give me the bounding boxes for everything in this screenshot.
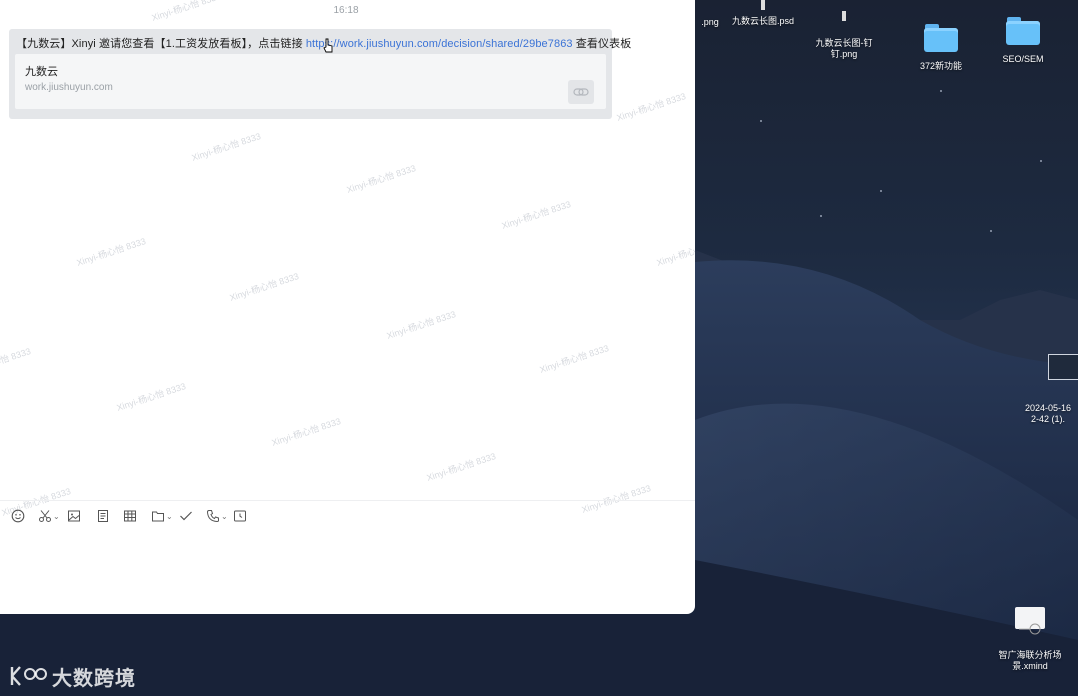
folder-button[interactable]: ⌄	[151, 508, 173, 524]
desktop-file-screenshot[interactable]: 2024-05-16 2-42 (1).	[1018, 343, 1078, 436]
message-link[interactable]: https://work.jiushuyun.com/decision/shar…	[306, 38, 573, 50]
watermark: Xinyi-杨心怡 8333	[615, 91, 687, 123]
document-button[interactable]	[96, 508, 110, 524]
folder-icon	[152, 511, 164, 522]
watermark: Xinyi-杨心怡 8333	[0, 346, 32, 378]
table-button[interactable]	[123, 508, 137, 524]
message-bubble[interactable]: 【九数云】Xinyi 邀请您查看【1.工资发放看板】，点击链接 https://…	[9, 29, 631, 119]
watermark: Xinyi-杨心怡 8333	[190, 131, 262, 163]
chevron-down-icon: ⌄	[53, 511, 60, 521]
screenshot-file-icon	[1048, 354, 1078, 380]
desktop-folder-label: 372新功能	[919, 61, 963, 71]
desktop-file-label: 九数云长图.psd	[731, 16, 794, 26]
watermark: Xinyi-杨心怡 8333	[385, 309, 457, 341]
brand-logo: 大数跨境	[8, 661, 136, 691]
desktop-file-psd[interactable]: 九数云长图.psd	[725, 0, 801, 27]
watermark: Xinyi-杨心怡 8333	[538, 343, 610, 375]
checkmark-icon	[180, 511, 192, 521]
desktop-folder-label: SEO/SEM	[1002, 54, 1044, 64]
preview-domain: work.jiushuyun.com	[25, 82, 113, 93]
watermark: Xinyi-杨心怡 8333	[75, 236, 147, 268]
watermark: Xinyi-杨心怡 8333	[228, 271, 300, 303]
table-icon	[124, 510, 136, 522]
watermark: Xinyi-杨心怡 8333	[500, 199, 572, 231]
image-icon	[68, 510, 80, 522]
chevron-down-icon: ⌄	[221, 511, 228, 521]
message-timestamp: 16:18	[333, 5, 359, 16]
chat-window: 16:18 【九数云】Xinyi 邀请您查看【1.工资发放看板】，点击链接 ht…	[0, 0, 695, 614]
preview-title: 九数云	[25, 66, 58, 78]
emoji-icon	[11, 509, 25, 523]
schedule-icon	[234, 510, 246, 522]
call-button[interactable]: ⌄	[206, 508, 228, 524]
watermark: Xinyi-杨心怡 8333	[345, 163, 417, 195]
phone-icon	[206, 510, 219, 523]
folder-icon	[924, 24, 958, 52]
document-icon	[98, 510, 108, 522]
desktop-file-label: 2024-05-16 2-42 (1).	[1024, 403, 1072, 424]
desktop-file-png[interactable]: .png	[690, 17, 730, 28]
xmind-file-icon	[1015, 607, 1045, 635]
desktop-file-xmind[interactable]: 智广海联分析场 景.xmind	[990, 596, 1070, 683]
link-icon	[568, 80, 594, 104]
desktop-file-label: .png	[701, 17, 719, 27]
watermark: Xinyi-杨心怡 8333	[270, 416, 342, 448]
brand-mark-icon	[10, 666, 47, 686]
desktop-folder-seo[interactable]: SEO/SEM	[988, 17, 1058, 65]
brand-text: 大数跨境	[52, 667, 136, 690]
watermark: Xinyi-杨心怡 8333	[425, 451, 497, 483]
watermark: Xinyi-杨心怡 8333	[655, 236, 695, 268]
folder-icon	[1006, 17, 1040, 45]
desktop-file-label: 智广海联分析场 景.xmind	[998, 650, 1062, 671]
scissors-icon	[39, 510, 51, 522]
png-file-icon	[842, 11, 846, 21]
emoji-button[interactable]	[11, 508, 25, 524]
hand-cursor-icon	[323, 38, 333, 53]
desktop-file-png-2[interactable]: 九数云长图-钉 钉.png	[806, 0, 882, 71]
compose-toolbar: ⌄ ⌄ ⌄	[0, 500, 695, 531]
message-prefix: 【九数云】Xinyi 邀请您查看【1.工资发放看板】，点击链接	[16, 38, 306, 50]
watermark: Xinyi-杨心怡 8333	[115, 381, 187, 413]
image-button[interactable]	[67, 508, 81, 524]
task-button[interactable]	[179, 508, 193, 524]
link-preview-card[interactable]: 九数云 work.jiushuyun.com	[15, 54, 606, 109]
schedule-button[interactable]	[233, 508, 247, 524]
desktop-file-label: 九数云长图-钉 钉.png	[815, 38, 873, 59]
desktop-folder-372[interactable]: 372新功能	[906, 24, 976, 72]
message-suffix: 查看仪表板	[572, 38, 632, 50]
chevron-down-icon: ⌄	[166, 511, 173, 521]
psd-file-icon	[761, 0, 765, 10]
screenshot-button[interactable]: ⌄	[38, 508, 60, 524]
